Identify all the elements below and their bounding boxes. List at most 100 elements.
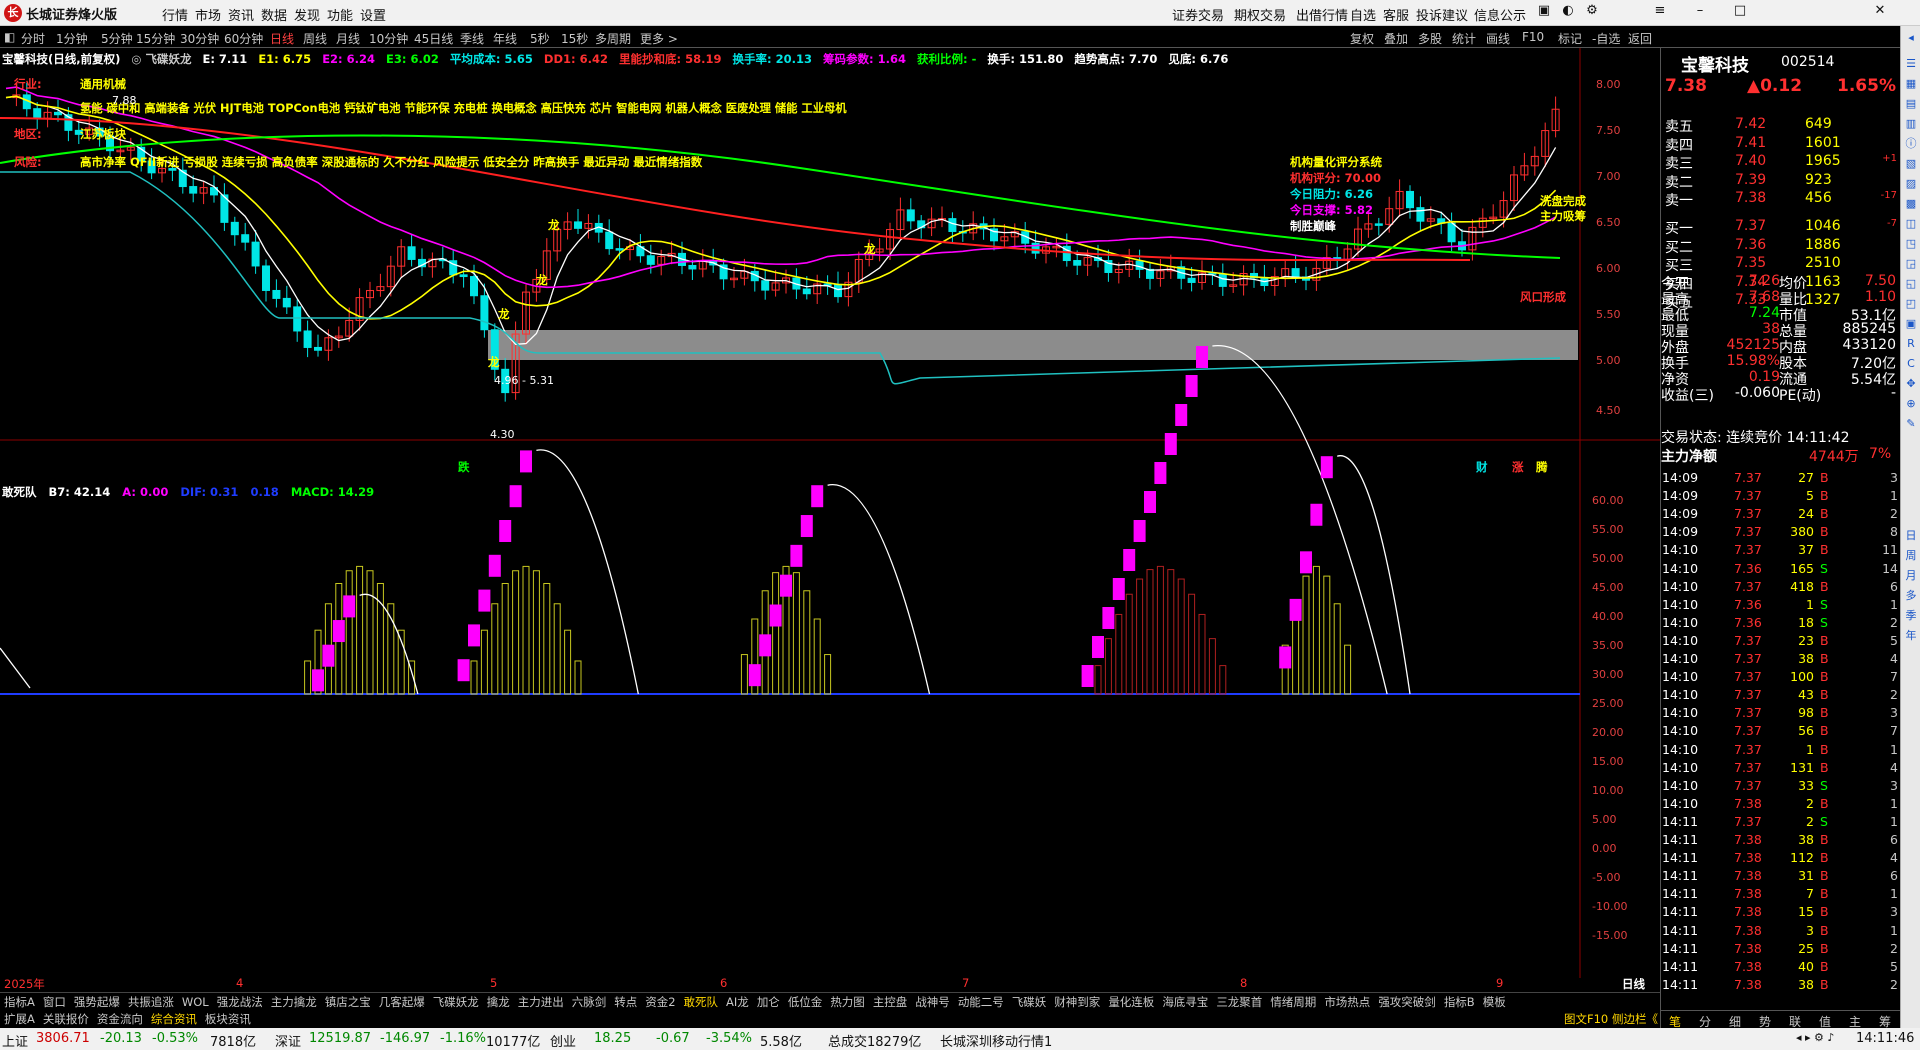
tray-icons[interactable]: ◂ ▸ ⚙ ♪	[1796, 1031, 1834, 1044]
extension-tab[interactable]: 扩展A	[0, 1010, 39, 1028]
minimize-icon[interactable]: –	[1690, 3, 1710, 21]
indicator-tab[interactable]: 指标B	[1440, 993, 1479, 1011]
period-multi[interactable]: 多周期	[595, 30, 631, 47]
ask-row[interactable]: 卖二 7.39 923	[1665, 172, 1897, 191]
menu-icon[interactable]: ≡	[1650, 3, 1670, 21]
bid-row[interactable]: 买一 7.37 1046 -7	[1665, 218, 1897, 237]
indicator-tab[interactable]: 强攻突破剑	[1374, 993, 1440, 1011]
tool-stats[interactable]: 统计	[1452, 30, 1476, 47]
tool-draw[interactable]: 画线	[1486, 30, 1510, 47]
period-day[interactable]: 日线	[270, 30, 294, 47]
sh-label[interactable]: 上证	[2, 1031, 28, 1050]
indicator-tab[interactable]: 擒龙	[483, 993, 514, 1011]
sidebar-zoom-icon[interactable]: ⊕	[1903, 396, 1919, 412]
sidebar-label-day[interactable]: 日	[1903, 528, 1919, 544]
close-icon[interactable]: ✕	[1870, 3, 1890, 21]
period-year[interactable]: 年线	[493, 30, 517, 47]
indicator-tab[interactable]: 量化连板	[1104, 993, 1158, 1011]
period-1min[interactable]: 1分钟	[56, 30, 88, 47]
indicator-tab[interactable]: 主力擒龙	[267, 993, 321, 1011]
cy-label[interactable]: 创业	[550, 1031, 576, 1050]
sidebar-list-icon[interactable]: ☰	[1903, 56, 1919, 72]
period-45day[interactable]: 45日线	[414, 30, 453, 47]
indicator-tab[interactable]: 飞碟妖龙	[429, 993, 483, 1011]
bid-row[interactable]: 买三 7.35 2510	[1665, 255, 1897, 274]
tool-back[interactable]: 返回	[1628, 30, 1652, 47]
sidebar-chart-icon[interactable]: ▤	[1903, 96, 1919, 112]
sidebar-toggle[interactable]: 侧边栏《	[1612, 1011, 1658, 1027]
ask-row[interactable]: 卖一 7.38 456 -17	[1665, 190, 1897, 209]
indicator-tab[interactable]: 热力图	[826, 993, 869, 1011]
sidebar-label-week[interactable]: 周	[1903, 548, 1919, 564]
sidebar-board-icon[interactable]: ◲	[1903, 256, 1919, 272]
period-5sec[interactable]: 5秒	[530, 30, 550, 47]
period-10min[interactable]: 10分钟	[369, 30, 408, 47]
sidebar-doc-icon[interactable]: ▧	[1903, 156, 1919, 172]
extension-tab[interactable]: 综合资讯	[147, 1010, 201, 1028]
sidebar-move-icon[interactable]: ✥	[1903, 376, 1919, 392]
tool-mark[interactable]: 标记	[1558, 30, 1582, 47]
indicator-tab[interactable]: 指标A	[0, 993, 39, 1011]
tool-fuquan[interactable]: 复权	[1350, 30, 1374, 47]
ask-row[interactable]: 卖四 7.41 1601	[1665, 135, 1897, 154]
period-more[interactable]: 更多 >	[640, 30, 678, 47]
link-service[interactable]: 客服	[1383, 5, 1409, 24]
indicator-tab[interactable]: 几客起爆	[375, 993, 429, 1011]
indicator-tab[interactable]: 三龙聚首	[1212, 993, 1266, 1011]
sidebar-up-icon[interactable]: ◂	[1903, 30, 1919, 46]
indicator-tab[interactable]: 低位金	[784, 993, 827, 1011]
indicator-tab[interactable]: 战神号	[911, 993, 954, 1011]
indicator-tab[interactable]: 转点	[610, 993, 641, 1011]
indicator-tab[interactable]: 模板	[1479, 993, 1510, 1011]
f10-link[interactable]: 图文F10	[1564, 1011, 1608, 1027]
period-5min[interactable]: 5分钟	[101, 30, 133, 47]
indicator-tab[interactable]: 窗口	[39, 993, 70, 1011]
menu-hangqing[interactable]: 行情	[162, 5, 188, 24]
link-complaint[interactable]: 投诉建议	[1416, 5, 1468, 24]
sz-label[interactable]: 深证	[275, 1031, 301, 1050]
tool-multi-stock[interactable]: 多股	[1418, 30, 1442, 47]
sidebar-news-icon[interactable]: ◫	[1903, 216, 1919, 232]
menu-zixun[interactable]: 资讯	[228, 5, 254, 24]
chart-area[interactable]	[0, 48, 1660, 978]
kline-chart[interactable]	[0, 48, 1660, 978]
settings-icon[interactable]: ⚙	[1582, 3, 1602, 21]
indicator-tab[interactable]: 情绪周期	[1266, 993, 1320, 1011]
tool-remove-watch[interactable]: -自选	[1592, 30, 1620, 47]
period-month[interactable]: 月线	[336, 30, 360, 47]
indicator-tab[interactable]: WOL	[178, 994, 213, 1010]
indicator-tab[interactable]: AI龙	[722, 993, 753, 1011]
indicator-tab[interactable]: 资金2	[641, 993, 679, 1011]
tool-overlay[interactable]: 叠加	[1384, 30, 1408, 47]
sidebar-info-icon[interactable]: ⓘ	[1903, 136, 1919, 152]
period-season[interactable]: 季线	[460, 30, 484, 47]
sub-name[interactable]: 敢死队	[2, 485, 37, 499]
sidebar-cci-icon[interactable]: C	[1903, 356, 1919, 372]
indicator-tab[interactable]: 主控盘	[869, 993, 912, 1011]
info-indicator[interactable]: ◎ 飞碟妖龙	[131, 52, 191, 66]
extension-tab[interactable]: 板块资讯	[201, 1010, 255, 1028]
period-week[interactable]: 周线	[303, 30, 327, 47]
period-30min[interactable]: 30分钟	[180, 30, 219, 47]
indicator-tab[interactable]: 市场热点	[1320, 993, 1374, 1011]
sidebar-pen-icon[interactable]: ✎	[1903, 416, 1919, 432]
link-trade[interactable]: 证券交易	[1172, 5, 1224, 24]
ask-row[interactable]: 卖三 7.40 1965 +1	[1665, 153, 1897, 172]
menu-gongneng[interactable]: 功能	[327, 5, 353, 24]
sidebar-bar-icon[interactable]: ▨	[1903, 176, 1919, 192]
sidebar-label-multi[interactable]: 多	[1903, 588, 1919, 604]
indicator-tab[interactable]: 强势起爆	[70, 993, 124, 1011]
indicator-tab[interactable]: 镇店之宝	[321, 993, 375, 1011]
period-15min[interactable]: 15分钟	[136, 30, 175, 47]
extension-tab[interactable]: 资金流向	[93, 1010, 147, 1028]
indicator-tab[interactable]: 强龙战法	[213, 993, 267, 1011]
bid-row[interactable]: 买二 7.36 1886	[1665, 237, 1897, 256]
x-period[interactable]: 日线	[1622, 976, 1645, 992]
stock-name[interactable]: 宝馨科技	[1681, 51, 1749, 76]
server-name[interactable]: 长城深圳移动行情1	[940, 1031, 1052, 1050]
sidebar-label-month[interactable]: 月	[1903, 568, 1919, 584]
link-lending[interactable]: 出借行情	[1296, 5, 1348, 24]
sidebar-label-year[interactable]: 年	[1903, 628, 1919, 644]
period-fenshi[interactable]: 分时	[21, 30, 45, 47]
extension-tab[interactable]: 关联报价	[39, 1010, 93, 1028]
